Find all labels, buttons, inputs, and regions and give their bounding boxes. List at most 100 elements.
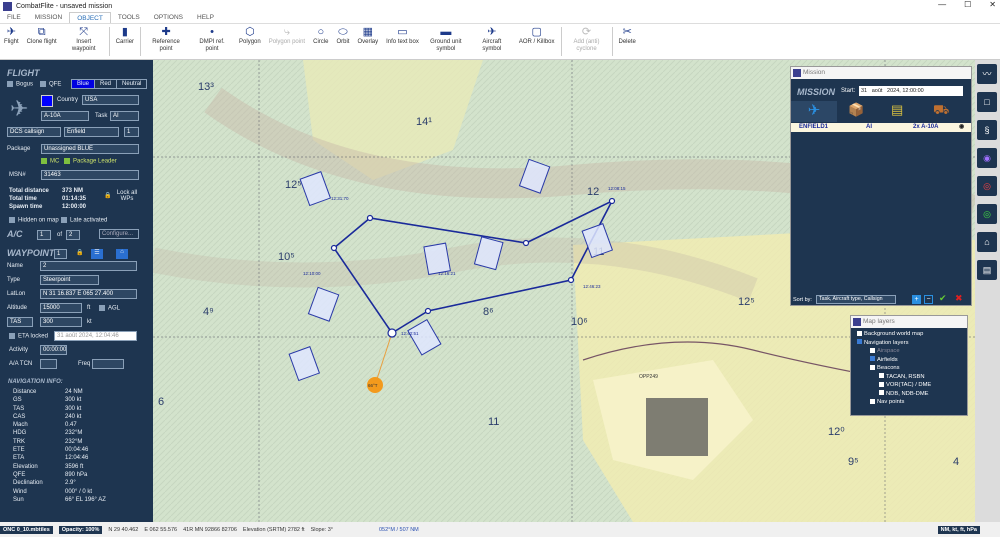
uncheck-all-icon[interactable]: ✖ [955,293,963,304]
mc-checkbox[interactable]: MC [41,158,59,165]
aor-killbox-button[interactable]: ▢ AOR / Killbox [515,24,559,59]
visibility-eye-icon[interactable]: ◉ [959,123,964,132]
ac-number-stepper[interactable]: 1 [37,230,51,240]
start-datetime-picker[interactable]: 31 août 2024, 12:00:00 [859,86,963,96]
coalition-blue-button[interactable]: Blue [72,80,95,88]
red-target-icon[interactable]: ◎ [977,176,997,196]
menu-tab-help[interactable]: HELP [190,12,221,23]
waypoint-marker[interactable] [567,276,575,284]
purple-target-icon[interactable]: ◉ [977,148,997,168]
maximize-button[interactable]: ☐ [964,0,971,9]
flight-list-row[interactable]: ENFIELD1 AI 2x A-10A ◉ [791,123,971,132]
bogus-checkbox[interactable]: Bogus [7,81,33,88]
polygon-point-button[interactable]: ⤷ Polygon point [265,24,309,59]
reference-point-button[interactable]: ✚ Reference point [143,24,189,59]
collapse-all-button[interactable]: − [924,295,933,304]
eta-locked-checkbox[interactable]: ETA locked [9,333,48,340]
waypoint-number-stepper[interactable]: 1 [54,249,67,259]
waypoint-marker[interactable] [366,214,374,222]
layer-item[interactable]: Background world map [857,330,967,339]
flight-color-swatch[interactable] [41,95,53,107]
layer-checkbox[interactable] [870,356,875,362]
hidden-on-map-checkbox[interactable]: Hidden on map [9,217,59,224]
home-tool-icon[interactable]: ⌂ [977,232,997,252]
orbit-button[interactable]: ⬭ Orbit [332,24,353,59]
orbit-tool-icon[interactable]: § [977,120,997,140]
layer-item[interactable]: Airfields [857,356,967,365]
wp-type-select[interactable]: Steerpoint [40,275,99,285]
units-select[interactable]: NM, kt, ft, hPa [937,525,980,534]
layer-item[interactable]: Navigation layers [857,339,967,348]
tab-ground-units-icon[interactable]: ⛟ [933,102,949,120]
task-select[interactable]: AI [110,111,139,121]
late-activated-checkbox[interactable]: Late activated [61,217,107,224]
wp-speed-input[interactable]: 300 [40,317,82,327]
callsign-type-select[interactable]: DCS callsign [7,127,61,137]
mission-window-title[interactable]: Mission [791,67,971,79]
add-anti-cyclone-button[interactable]: ⟳ Add (anti) cyclone [564,24,610,59]
package-select[interactable]: Unassigned BLUE [41,144,139,154]
menu-tab-tools[interactable]: TOOLS [111,12,147,23]
waypoint-marker[interactable] [424,307,432,315]
wp-latlon-input[interactable]: N 31 16.837 E 065 27.400 [40,289,137,299]
sort-select[interactable]: Task, Aircraft type, Callsign [816,295,896,304]
flight-button[interactable]: ✈ Flight [0,24,23,59]
package-leader-checkbox[interactable]: Package Leader [64,158,117,165]
waypoint-marker[interactable] [330,244,338,252]
delete-button[interactable]: ✂ Delete [615,24,640,59]
speed-type-select[interactable]: TAS [7,317,33,327]
circle-button[interactable]: ○ Circle [309,24,332,59]
opacity-select[interactable]: Opacity: 100% [58,525,103,534]
waypoint-home-icon[interactable]: ⌂ [116,249,128,259]
close-button[interactable]: ✕ [989,0,996,9]
layer-checkbox[interactable] [870,364,875,370]
callsign-number-stepper[interactable]: 1 [124,127,139,137]
ground-unit-symbol-button[interactable]: ▬ Ground unit symbol [423,24,469,59]
msn-input[interactable]: 31463 [41,170,139,180]
layer-checkbox[interactable] [857,339,862,345]
insert-waypoint-button[interactable]: ⤧ Insert waypoint [61,24,107,59]
callsign-select[interactable]: Enfield [64,127,119,137]
tab-packages-icon[interactable]: 📦 [848,102,864,118]
dmpi-ref-point-button[interactable]: • DMPI ref. point [189,24,235,59]
waypoint-marker[interactable] [608,197,616,205]
qfe-checkbox[interactable]: QFE [40,81,61,88]
layer-checkbox[interactable] [870,398,875,404]
layer-item[interactable]: Airspace [857,347,967,356]
polygon-button[interactable]: ⬡ Polygon [235,24,265,59]
menu-tab-options[interactable]: OPTIONS [147,12,190,23]
layer-item[interactable]: Beacons [857,364,967,373]
layer-item[interactable]: VOR(TAC) / DME [857,381,967,390]
waypoint-info-card[interactable] [423,242,452,276]
country-select[interactable]: USA [82,95,139,105]
waypoint-list-icon[interactable]: ☰ [91,249,103,259]
layer-checkbox[interactable] [870,347,875,353]
tab-layers-icon[interactable]: ▤ [891,102,903,118]
menu-tab-file[interactable]: FILE [0,12,28,23]
minimize-button[interactable]: — [938,0,946,9]
ac-total-stepper[interactable]: 2 [66,230,80,240]
configure-button[interactable]: Configure... [99,229,139,239]
map-layer-select[interactable]: ONC 0_10.mbtiles [0,525,53,534]
layer-checkbox[interactable] [857,330,862,336]
square-tool-icon[interactable]: □ [977,92,997,112]
freq-input[interactable] [92,359,124,369]
aircraft-symbol-button[interactable]: ✈ Aircraft symbol [469,24,515,59]
aa-tcn-input[interactable] [40,359,57,369]
waypoint-marker[interactable] [522,239,530,247]
clone-flight-button[interactable]: ⧉ Clone flight [23,24,61,59]
lock-icon[interactable]: 🔒 [104,192,111,199]
tab-flights-icon[interactable]: ✈ [791,101,837,122]
expand-all-button[interactable]: + [912,295,921,304]
activity-input[interactable]: 00:00:00 [40,345,67,355]
map-layers-title[interactable]: Map layers [851,316,967,328]
coalition-neutral-button[interactable]: Neutral [116,80,146,88]
carrier-button[interactable]: ▮ Carrier [112,24,138,59]
wp-name-input[interactable]: 2 [40,261,137,271]
menu-tab-mission[interactable]: MISSION [28,12,69,23]
aircraft-type-select[interactable]: A-10A [41,111,89,121]
layer-checkbox[interactable] [879,373,884,379]
layer-checkbox[interactable] [879,390,884,396]
coalition-red-button[interactable]: Red [94,80,116,88]
layer-checkbox[interactable] [879,381,884,387]
